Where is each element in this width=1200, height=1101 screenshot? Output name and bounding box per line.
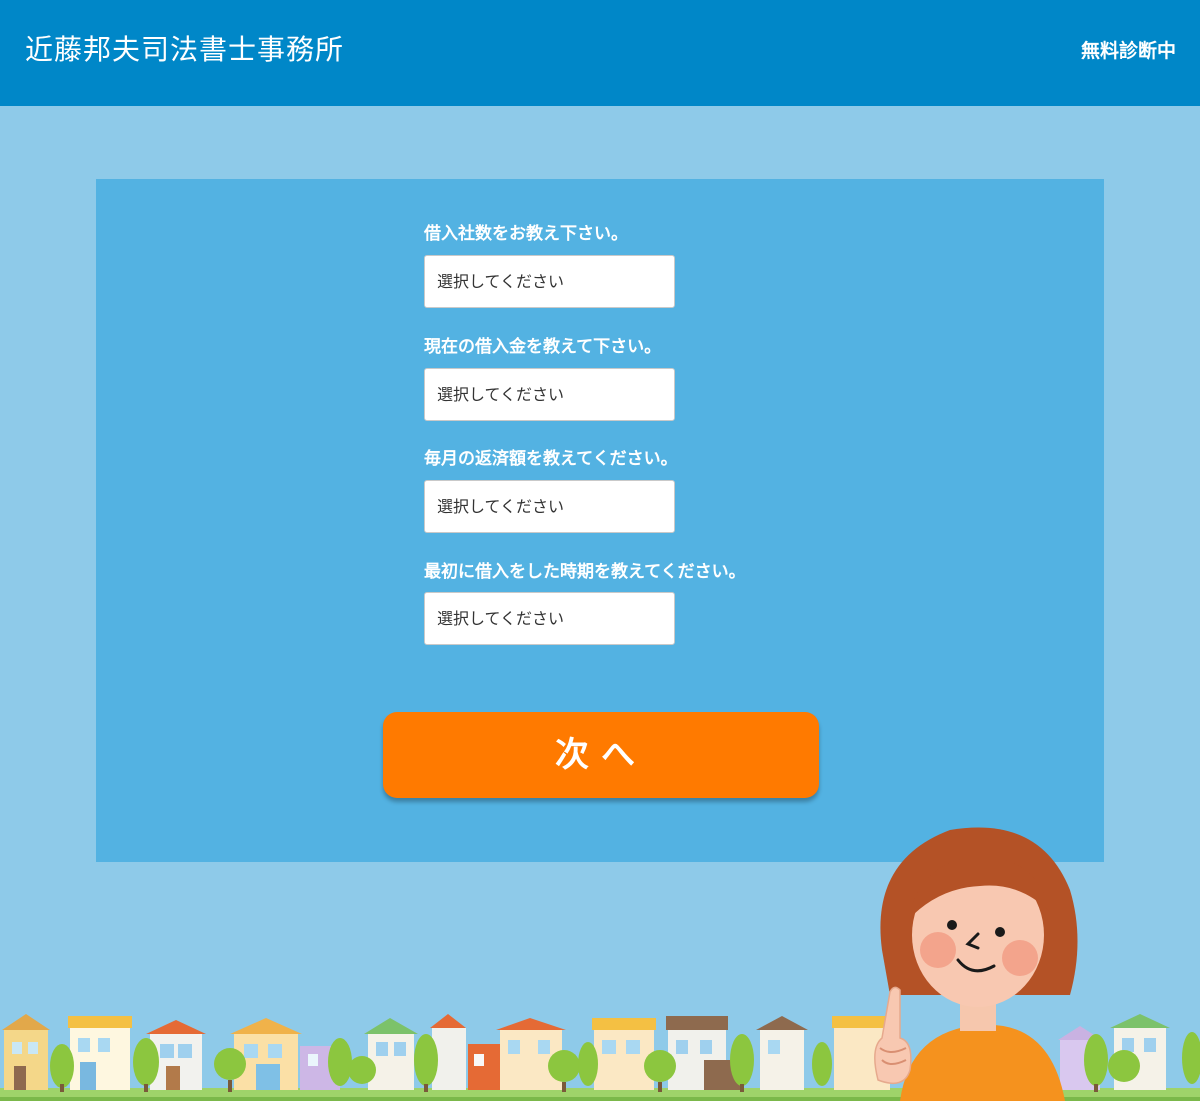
site-title[interactable]: 近藤邦夫司法書士事務所 bbox=[25, 28, 344, 68]
free-diagnosis-badge: 無料診断中 bbox=[1080, 40, 1176, 62]
site-header: 近藤邦夫司法書士事務所 無料診断中 bbox=[0, 0, 1200, 106]
current-debt-select[interactable]: 選択してください bbox=[424, 368, 675, 421]
lenders-select[interactable]: 選択してください bbox=[424, 255, 675, 308]
question-label-current-debt: 現在の借入金を教えて下さい。 bbox=[424, 337, 662, 357]
question-label-monthly-payment: 毎月の返済額を教えてください。 bbox=[424, 449, 678, 469]
question-label-lenders: 借入社数をお教え下さい。 bbox=[424, 224, 628, 244]
monthly-payment-select[interactable]: 選択してください bbox=[424, 480, 675, 533]
first-borrow-date-select[interactable]: 選択してください bbox=[424, 592, 675, 645]
woman-pointing-illustration bbox=[874, 827, 1078, 1101]
question-label-first-borrow-date: 最初に借入をした時期を教えてください。 bbox=[424, 562, 746, 582]
next-button[interactable]: 次へ bbox=[383, 712, 819, 798]
